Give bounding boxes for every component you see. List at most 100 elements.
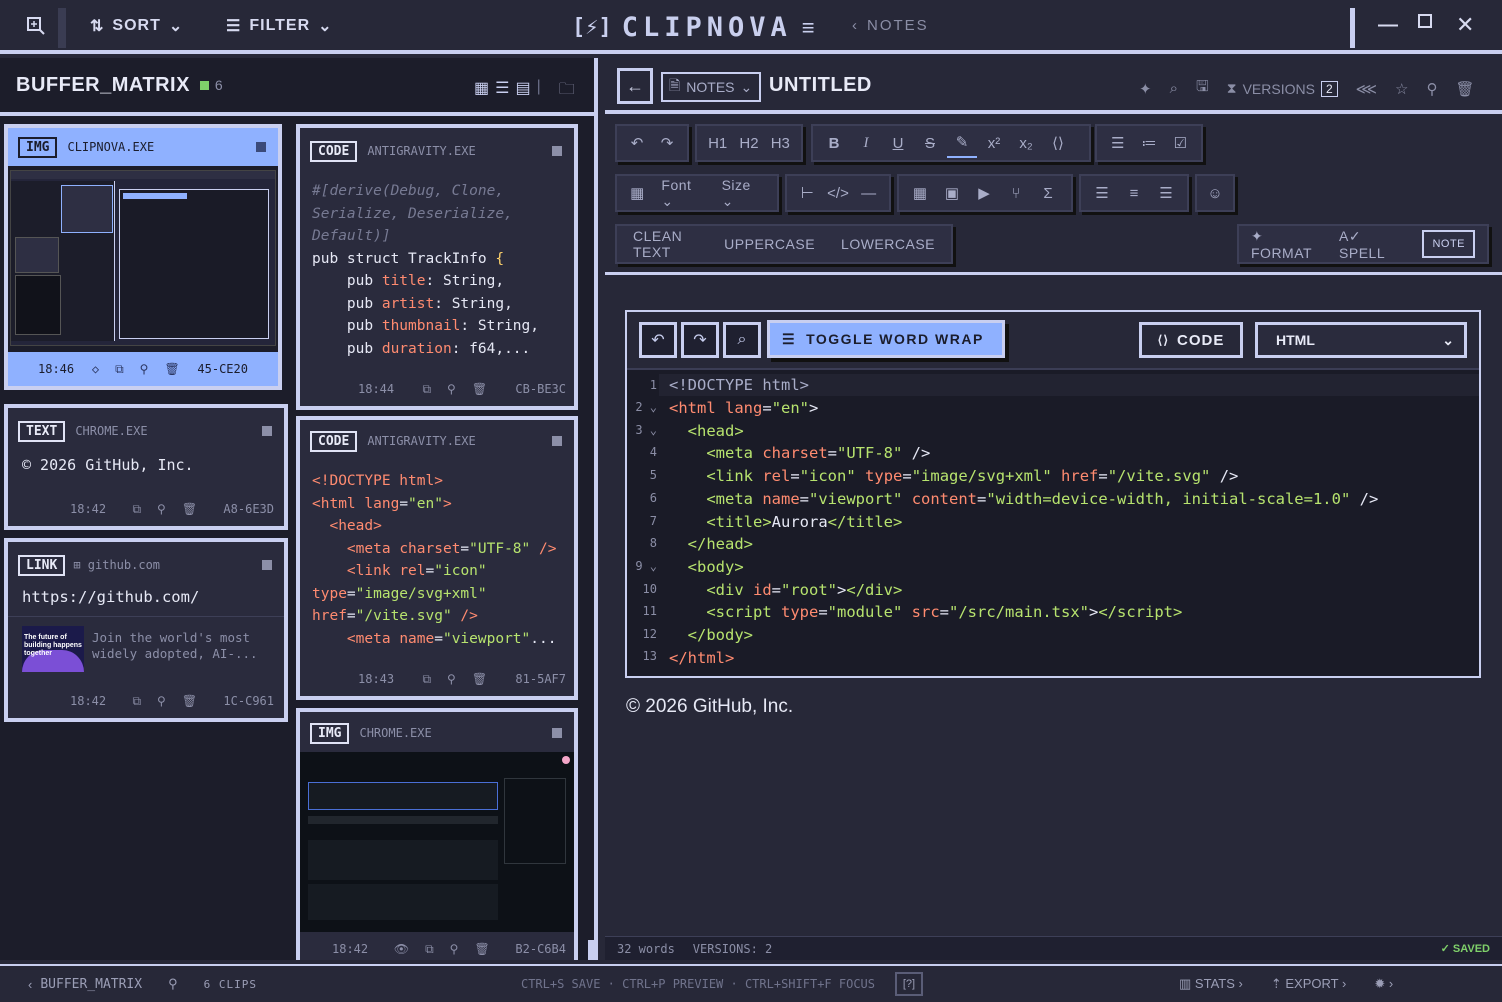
pin-icon[interactable]: ⚲ xyxy=(447,382,456,397)
code-block-editor[interactable]: ↶ ↷ ⌕ ☰ TOGGLE WORD WRAP ⟨⟩ CODE HTML ⌄ 1 <!… xyxy=(625,310,1481,678)
lowercase-button[interactable]: LOWERCASE xyxy=(841,236,935,252)
maximize-button[interactable] xyxy=(1418,14,1432,28)
list-view-icon[interactable]: ☰ xyxy=(495,78,509,105)
align-right-icon[interactable]: ☰ xyxy=(1151,178,1181,208)
export-button[interactable]: ⇡ EXPORT › xyxy=(1271,976,1346,992)
versions-button[interactable]: ⧗ VERSIONS 2 xyxy=(1227,80,1338,97)
calendar-view-icon[interactable]: ▤ xyxy=(515,78,530,105)
sort-button[interactable]: ⇅ SORT ⌄ xyxy=(90,16,183,36)
clean-text-button[interactable]: CLEAN TEXT xyxy=(633,228,698,260)
heading-1-icon[interactable]: H1 xyxy=(703,128,732,158)
note-button[interactable]: NOTE xyxy=(1422,230,1475,258)
emoji-icon[interactable]: ☺ xyxy=(1203,178,1227,208)
zoom-icon[interactable] xyxy=(26,16,46,36)
branch-icon[interactable]: ⑂ xyxy=(1001,178,1031,208)
delete-icon[interactable]: 🗑 xyxy=(182,694,197,709)
sigma-icon[interactable]: Σ xyxy=(1033,178,1063,208)
code-block-icon[interactable]: </> xyxy=(824,178,853,208)
language-select[interactable]: HTML ⌄ xyxy=(1255,322,1467,358)
heading-3-icon[interactable]: H3 xyxy=(766,128,795,158)
highlight-icon[interactable]: ✎ xyxy=(947,128,977,158)
redo-button[interactable]: ↷ xyxy=(681,322,719,358)
folder-icon[interactable]: 🗀 xyxy=(559,78,575,105)
pin-icon[interactable]: ⚲ xyxy=(140,362,149,377)
delete-icon[interactable]: 🗑 xyxy=(182,502,197,517)
clip-card[interactable]: IMG CHROME.EXE 18:42 👁 ⧉ ⚲ 🗑 B2-C6B4 xyxy=(296,708,578,960)
uppercase-button[interactable]: UPPERCASE xyxy=(724,236,815,252)
copy-icon[interactable]: ⧉ xyxy=(422,382,431,397)
preview-icon[interactable]: 👁 xyxy=(394,942,409,957)
minimize-button[interactable]: — xyxy=(1378,14,1399,37)
size-select[interactable]: Size ⌄ xyxy=(716,177,771,210)
bullet-list-icon[interactable]: ☰ xyxy=(1103,128,1132,158)
strikethrough-icon[interactable]: S xyxy=(915,128,945,158)
numbered-list-icon[interactable]: ≔ xyxy=(1134,128,1163,158)
select-checkbox[interactable] xyxy=(552,436,562,446)
copy-icon[interactable]: ⧉ xyxy=(115,362,124,377)
image-icon[interactable]: ▣ xyxy=(937,178,967,208)
note-title[interactable]: UNTITLED xyxy=(769,74,872,97)
pin-icon[interactable]: ⚲ xyxy=(157,694,166,709)
copy-icon[interactable]: ⧉ xyxy=(132,694,141,709)
select-checkbox[interactable] xyxy=(262,426,272,436)
copy-icon[interactable]: ⧉ xyxy=(132,502,141,517)
pin-icon[interactable]: ⚲ xyxy=(1426,80,1437,98)
undo-icon[interactable]: ↶ xyxy=(623,128,651,158)
delete-icon[interactable]: 🗑 xyxy=(472,382,487,397)
select-checkbox[interactable] xyxy=(262,560,272,570)
video-icon[interactable]: ▶ xyxy=(969,178,999,208)
italic-icon[interactable]: I xyxy=(851,128,881,158)
delete-icon[interactable]: 🗑 xyxy=(164,362,179,377)
scrollbar[interactable] xyxy=(588,940,596,960)
clip-card[interactable]: TEXT CHROME.EXE © 2026 GitHub, Inc. 18:4… xyxy=(4,404,288,530)
pin-icon[interactable]: ⚲ xyxy=(157,502,166,517)
trash-icon[interactable]: 🗑 xyxy=(1455,80,1474,98)
star-icon[interactable]: ☆ xyxy=(1395,80,1408,98)
delete-icon[interactable]: 🗑 xyxy=(474,942,489,957)
blockquote-icon[interactable]: ⊢ xyxy=(793,178,822,208)
redo-icon[interactable]: ↷ xyxy=(653,128,681,158)
undo-button[interactable]: ↶ xyxy=(639,322,677,358)
notes-nav[interactable]: ‹ NOTES xyxy=(852,17,929,34)
spell-button[interactable]: A✓ SPELL xyxy=(1339,228,1404,261)
note-body-text[interactable]: © 2026 GitHub, Inc. xyxy=(626,696,793,718)
table-icon[interactable]: ▦ xyxy=(905,178,935,208)
pin-icon[interactable]: ⚲ xyxy=(450,942,459,957)
code-toggle-button[interactable]: ⟨⟩ CODE xyxy=(1139,322,1243,358)
help-icon[interactable]: [?] xyxy=(895,972,923,996)
sparkle-icon[interactable]: ✦ xyxy=(1139,80,1152,98)
settings-button[interactable]: ✹ › xyxy=(1374,976,1393,992)
buffer-link[interactable]: BUFFER_MATRIX xyxy=(40,977,142,992)
heading-2-icon[interactable]: H2 xyxy=(734,128,763,158)
checklist-icon[interactable]: ☑ xyxy=(1166,128,1195,158)
pin-icon[interactable]: ⚲ xyxy=(447,672,456,687)
underline-icon[interactable]: U xyxy=(883,128,913,158)
bold-icon[interactable]: B xyxy=(819,128,849,158)
grid-view-icon[interactable]: ▦ xyxy=(474,78,489,105)
superscript-icon[interactable]: x² xyxy=(979,128,1009,158)
delete-icon[interactable]: 🗑 xyxy=(472,672,487,687)
font-select[interactable]: Font ⌄ xyxy=(653,177,713,210)
stats-button[interactable]: ▥ STATS › xyxy=(1179,976,1243,992)
toggle-word-wrap-button[interactable]: ☰ TOGGLE WORD WRAP xyxy=(767,320,1005,358)
clip-card[interactable]: IMG CLIPNOVA.EXE 18:46 ◇ ⧉ ⚲ 🗑 45-CE20 xyxy=(4,124,282,390)
inline-code-icon[interactable]: ⟨⟩ xyxy=(1043,128,1073,158)
format-button[interactable]: ✦ FORMAT xyxy=(1251,228,1321,261)
search-icon[interactable]: ⌕ xyxy=(1170,80,1178,97)
select-checkbox[interactable] xyxy=(552,728,562,738)
copy-icon[interactable]: ⧉ xyxy=(425,942,434,957)
subscript-icon[interactable]: x₂ xyxy=(1011,128,1041,158)
preview-icon[interactable]: ◇ xyxy=(92,362,99,377)
select-checkbox[interactable] xyxy=(552,146,562,156)
note-type-select[interactable]: 🗎 NOTES ⌄ xyxy=(661,72,761,102)
clip-card[interactable]: CODE ANTIGRAVITY.EXE <!DOCTYPE html> <ht… xyxy=(296,416,578,700)
menu-icon[interactable]: ≡ xyxy=(802,15,815,41)
align-center-icon[interactable]: ≡ xyxy=(1119,178,1149,208)
clip-card[interactable]: LINK ⊞ github.com https://github.com/ Th… xyxy=(4,538,288,722)
copy-icon[interactable]: ⧉ xyxy=(422,672,431,687)
close-button[interactable]: ✕ xyxy=(1456,12,1475,38)
format-icon[interactable]: ▦ xyxy=(623,178,651,208)
save-icon[interactable]: 🖫 xyxy=(1196,76,1209,101)
align-left-icon[interactable]: ☰ xyxy=(1087,178,1117,208)
horizontal-rule-icon[interactable]: — xyxy=(854,178,883,208)
